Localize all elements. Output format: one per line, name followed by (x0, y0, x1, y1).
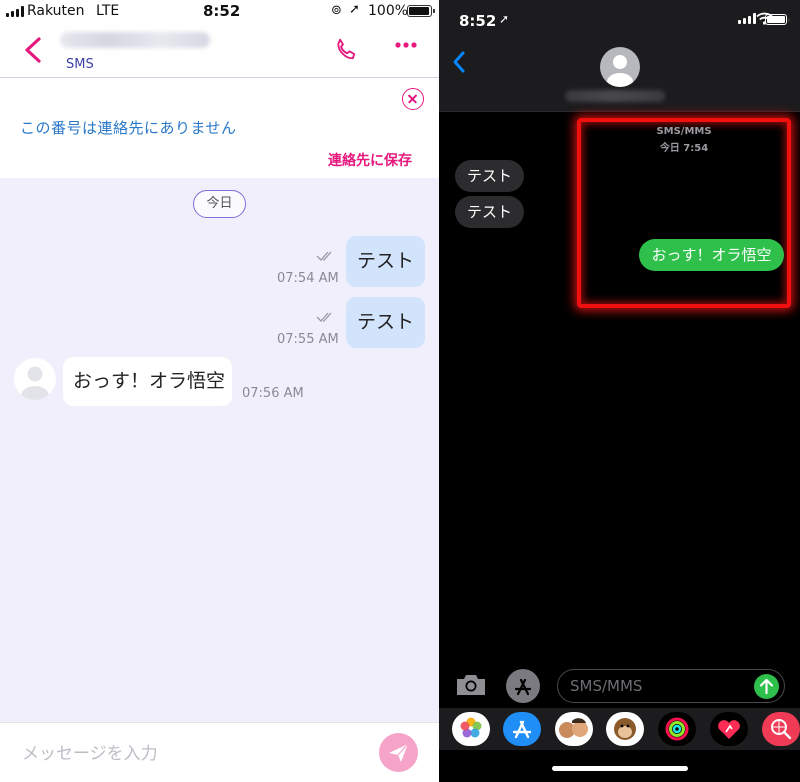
close-circle-icon[interactable] (402, 88, 424, 110)
conversation-type: SMS (66, 57, 94, 72)
chat-header: SMS (0, 24, 439, 78)
home-indicator[interactable] (552, 766, 688, 771)
status-bar: Rakuten LTE 8:52 ⊚ ➚ 100% (0, 0, 439, 24)
message-timestamp: 07:54 AM (277, 271, 339, 286)
imessage-app-drawer (439, 708, 800, 750)
animoji-monkey-icon[interactable] (606, 712, 644, 746)
app-store-a-icon (512, 720, 532, 739)
person-icon (21, 366, 49, 400)
outgoing-message-bubble[interactable]: テスト (346, 236, 425, 287)
message-timestamp: 07:56 AM (242, 386, 304, 401)
battery-icon (765, 14, 790, 25)
app-store-glyph-icon (514, 678, 532, 696)
memoji-faces-icon (559, 718, 588, 738)
send-button[interactable] (379, 733, 418, 772)
activity-rings-icon (665, 717, 689, 741)
photos-icon[interactable] (452, 712, 490, 746)
sent-message-bubble[interactable]: おっす！オラ悟空 (639, 239, 784, 271)
battery-icon (407, 5, 435, 17)
digital-touch-icon[interactable] (710, 712, 748, 746)
memoji-icon[interactable] (555, 712, 593, 746)
monkey-face-icon (614, 718, 636, 740)
received-message-bubble[interactable]: テスト (455, 160, 524, 192)
contact-avatar[interactable] (14, 358, 56, 400)
globe-magnifier-icon (771, 719, 792, 740)
save-to-contacts-link[interactable]: 連絡先に保存 (328, 150, 412, 170)
imessage-input[interactable]: SMS/MMS (557, 669, 785, 703)
date-separator: 今日 (193, 190, 246, 218)
activity-icon[interactable] (658, 712, 696, 746)
paper-plane-icon (389, 743, 409, 762)
unknown-number-banner: この番号は連絡先にありません 連絡先に保存 (0, 78, 439, 178)
incoming-message-bubble[interactable]: おっす！オラ悟空 (63, 357, 232, 406)
person-icon (607, 55, 633, 87)
chevron-left-icon[interactable] (22, 36, 44, 64)
arrow-up-icon (759, 678, 774, 695)
contact-name-redacted (565, 90, 665, 102)
contact-avatar[interactable] (600, 47, 640, 87)
photos-flower-icon (460, 717, 482, 738)
heart-touch-icon (718, 720, 740, 739)
web-search-icon[interactable] (762, 712, 800, 746)
app-store-drawer-icon[interactable] (506, 669, 540, 703)
read-check-icon (316, 251, 332, 261)
rotation-lock-icon: ⊚ (331, 3, 342, 18)
compose-bar: SMS/MMS (439, 660, 800, 710)
app-store-icon[interactable] (503, 712, 541, 746)
signal-icon (6, 6, 24, 17)
conversation-header: 8:52 ➚ (439, 0, 800, 112)
message-timestamp: 07:55 AM (277, 332, 339, 347)
message-input[interactable]: メッセージを入力 (22, 739, 158, 764)
ios-messages-screen: 8:52 ➚ SMS/MMS 今日 7:54 テスト テスト おっす！オラ悟空 (439, 0, 800, 782)
signal-icon (738, 13, 756, 24)
outgoing-message-bubble[interactable]: テスト (346, 297, 425, 348)
chevron-left-icon[interactable] (451, 50, 467, 74)
phone-icon[interactable] (333, 37, 359, 63)
clock: 8:52 (203, 2, 241, 20)
red-highlight-box: SMS/MMS 今日 7:54 (577, 118, 791, 308)
rakuten-link-chat-screen: Rakuten LTE 8:52 ⊚ ➚ 100% SMS この番号は連絡先にあ… (0, 0, 439, 782)
received-message-bubble[interactable]: テスト (455, 196, 524, 228)
more-dots-icon[interactable] (394, 41, 418, 49)
compose-bar: メッセージを入力 (0, 722, 439, 782)
carrier-name: Rakuten (27, 3, 85, 19)
clock: 8:52 (459, 12, 497, 30)
location-icon: ➚ (349, 2, 360, 17)
service-label: SMS/MMS (656, 126, 712, 137)
not-in-contacts-message: この番号は連絡先にありません (20, 119, 237, 137)
contact-name-redacted (60, 32, 210, 48)
battery-percent: 100% (368, 3, 409, 19)
network-type: LTE (96, 3, 120, 19)
input-placeholder: SMS/MMS (570, 677, 643, 695)
camera-icon[interactable] (455, 673, 487, 697)
location-icon: ➚ (499, 12, 510, 26)
thread-time: 今日 7:54 (659, 143, 709, 154)
read-check-icon (316, 312, 332, 322)
send-button[interactable] (754, 674, 779, 699)
